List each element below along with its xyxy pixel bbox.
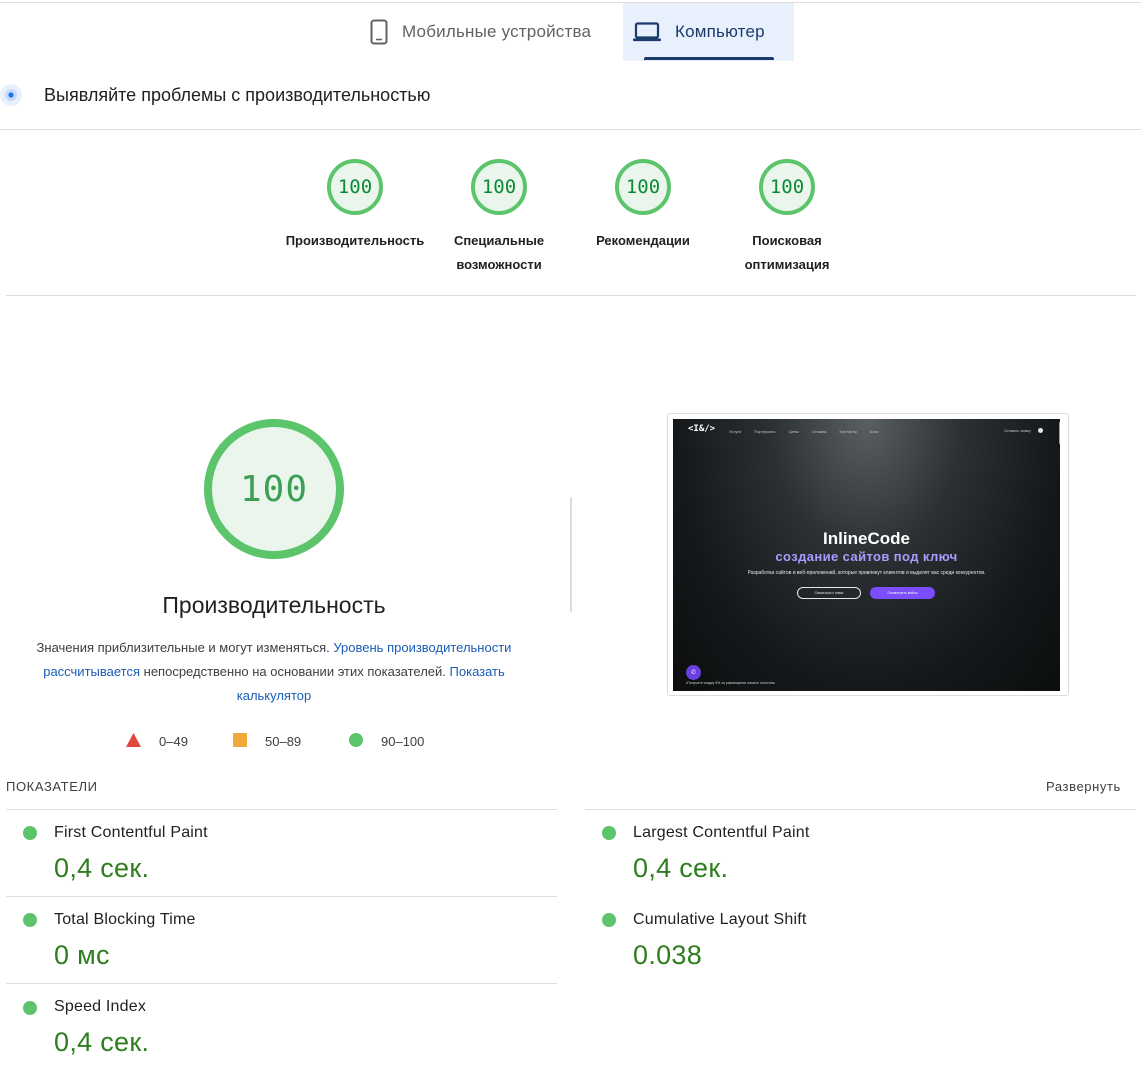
metric-name-si: Speed Index bbox=[54, 998, 147, 1015]
metric-divider bbox=[6, 896, 557, 897]
laptop-icon bbox=[633, 22, 661, 42]
tab-desktop[interactable]: Компьютер bbox=[623, 3, 794, 61]
metrics-title: ПОКАЗАТЕЛИ bbox=[6, 779, 98, 794]
categories-divider bbox=[6, 295, 1136, 296]
metric-name-tbt: Total Blocking Time bbox=[54, 911, 196, 928]
page-screenshot[interactable]: <I&/> Услуги Портфолио Цены Отзывы Конта… bbox=[673, 419, 1060, 691]
metric-name-fcp: First Contentful Paint bbox=[54, 824, 208, 841]
preview-cta-icon bbox=[1038, 428, 1043, 433]
preview-scrollbar bbox=[1059, 422, 1060, 444]
preview-menu: Услуги Портфолио Цены Отзывы Контакты Бл… bbox=[729, 429, 879, 434]
gauge-score: 100 bbox=[481, 176, 517, 198]
vertical-separator bbox=[570, 497, 572, 612]
preview-cta: Оставить заявку bbox=[1004, 429, 1031, 433]
preview-heading: InlineCode bbox=[823, 529, 910, 548]
pass-circle-icon bbox=[602, 913, 616, 927]
preview-paragraph: Разработка сайтов и веб-приложений, кото… bbox=[747, 570, 986, 576]
performance-description: Значения приблизительные и могут изменят… bbox=[36, 640, 512, 703]
preview-contact-button: Связаться с нами bbox=[797, 587, 861, 599]
pass-circle-icon bbox=[23, 913, 37, 927]
circle-icon bbox=[349, 733, 363, 750]
expand-toggle[interactable]: Развернуть bbox=[1046, 779, 1121, 794]
metric-value-si: 0,4 сек. bbox=[54, 1027, 150, 1057]
tab-desktop-label: Компьютер bbox=[675, 22, 765, 41]
gauge-score: 100 bbox=[625, 176, 661, 198]
gauge-accessibility[interactable]: 100 bbox=[469, 157, 529, 217]
tab-mobile[interactable]: Мобильные устройства bbox=[360, 3, 622, 61]
metric-value-tbt: 0 мс bbox=[54, 940, 110, 970]
gauge-performance[interactable]: 100 bbox=[325, 157, 385, 217]
preview-footer-note: •Получите скидку 5% за размещение нашего… bbox=[686, 681, 776, 685]
pass-circle-icon bbox=[23, 1001, 37, 1015]
metric-divider bbox=[6, 983, 557, 984]
header-divider bbox=[0, 129, 1141, 130]
phone-icon bbox=[370, 19, 388, 45]
metric-value-lcp: 0,4 сек. bbox=[633, 853, 729, 883]
metric-value-fcp: 0,4 сек. bbox=[54, 853, 150, 883]
pass-circle-icon bbox=[23, 826, 37, 840]
category-label-accessibility[interactable]: Специальные возможности bbox=[429, 229, 569, 277]
lighthouse-icon bbox=[0, 82, 24, 108]
gauge-score: 100 bbox=[337, 176, 373, 198]
legend-fail: 0–49 bbox=[126, 733, 188, 750]
gauge-seo[interactable]: 100 bbox=[757, 157, 817, 217]
tab-mobile-label: Мобильные устройства bbox=[402, 22, 592, 41]
triangle-icon bbox=[126, 733, 141, 750]
pass-circle-icon bbox=[602, 826, 616, 840]
metric-name-cls: Cumulative Layout Shift bbox=[633, 911, 807, 928]
preview-cases-button: Посмотреть кейсы bbox=[870, 587, 935, 599]
performance-title: Производительность bbox=[162, 592, 386, 618]
metric-divider bbox=[585, 809, 1136, 810]
metric-name-lcp: Largest Contentful Paint bbox=[633, 824, 810, 841]
legend-pass: 90–100 bbox=[349, 733, 424, 750]
category-label-best-practices[interactable]: Рекомендации bbox=[573, 229, 713, 253]
square-icon bbox=[233, 733, 247, 750]
gauge-score: 100 bbox=[769, 176, 805, 198]
preview-logo: <I&/> bbox=[688, 424, 716, 434]
performance-score: 100 bbox=[239, 468, 309, 510]
metric-value-cls: 0.038 bbox=[633, 940, 703, 970]
category-label-seo[interactable]: Поисковая оптимизация bbox=[717, 229, 857, 277]
legend-average: 50–89 bbox=[233, 733, 301, 750]
diagnose-title: Выявляйте проблемы с производительностью bbox=[44, 85, 431, 105]
category-label-performance[interactable]: Производительность bbox=[285, 229, 425, 253]
chat-icon: ✆ bbox=[686, 665, 701, 680]
gauge-best-practices[interactable]: 100 bbox=[613, 157, 673, 217]
metric-divider bbox=[6, 809, 557, 810]
preview-subheading: создание сайтов под ключ bbox=[775, 549, 958, 564]
selected-tab-indicator bbox=[644, 57, 774, 60]
